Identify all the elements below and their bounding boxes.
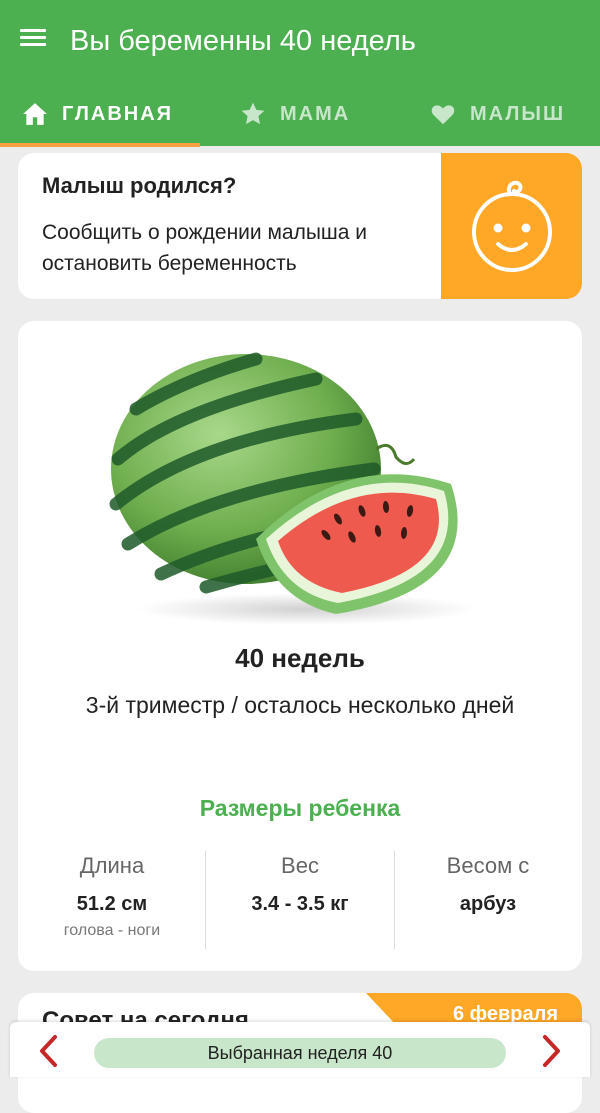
stat-length-value: 51.2 см [76, 893, 148, 915]
stat-length-note: голова - ноги [63, 922, 161, 939]
stat-weight-label: Вес [281, 853, 319, 878]
chevron-right-icon [543, 1035, 560, 1067]
next-week-button[interactable] [536, 1034, 566, 1068]
tab-baby[interactable]: МАЛЫШ [430, 86, 565, 142]
previous-week-button[interactable] [34, 1034, 64, 1068]
app-title: Вы беременны 40 недель [70, 25, 416, 57]
stat-length-label: Длина [79, 853, 145, 878]
week-title: 40 недель [235, 643, 365, 673]
stat-size-compare-label: Весом с [446, 853, 530, 878]
stat-size-compare-value: арбуз [459, 893, 517, 915]
baby-sizes-title: Размеры ребенка [199, 795, 401, 821]
tab-mama-label: МАМА [280, 102, 351, 125]
baby-face-icon [471, 180, 552, 272]
active-tab-indicator [0, 143, 200, 147]
tab-home-label: ГЛАВНАЯ [62, 102, 174, 125]
tab-baby-label: МАЛЫШ [470, 102, 566, 125]
trimester-status: 3-й триместр / осталось несколько дней [85, 692, 515, 718]
menu-icon[interactable] [20, 26, 50, 54]
star-icon [240, 101, 266, 127]
home-icon [22, 101, 48, 127]
app-bar: Вы беременны 40 недель ГЛАВНАЯ МАМА МАЛЫ… [0, 0, 600, 147]
stat-weight: Вес 3.4 - 3.5 кг [206, 851, 394, 916]
heart-icon [430, 101, 456, 127]
selected-week-pill[interactable]: Выбранная неделя 40 [94, 1038, 506, 1068]
baby-born-button[interactable] [441, 153, 582, 299]
chevron-left-icon [40, 1035, 57, 1067]
stat-size-compare: Весом с арбуз [394, 851, 582, 916]
baby-born-text: Сообщить о рождении малыша и остановить … [42, 221, 368, 275]
tab-bar: ГЛАВНАЯ МАМА МАЛЫШ [0, 86, 600, 146]
baby-born-card[interactable]: Малыш родился? Сообщить о рождении малыш… [18, 153, 582, 299]
baby-born-title: Малыш родился? [42, 173, 237, 198]
stat-length: Длина 51.2 см голова - ноги [18, 851, 206, 940]
watermelon-image [109, 352, 476, 625]
tab-mama[interactable]: МАМА [240, 86, 350, 142]
stat-weight-value: 3.4 - 3.5 кг [251, 893, 349, 915]
week-card: 40 недель 3-й триместр / осталось нескол… [18, 321, 582, 971]
week-selector-bar: Выбранная неделя 40 [10, 1022, 590, 1077]
tab-home[interactable]: ГЛАВНАЯ [22, 86, 173, 142]
